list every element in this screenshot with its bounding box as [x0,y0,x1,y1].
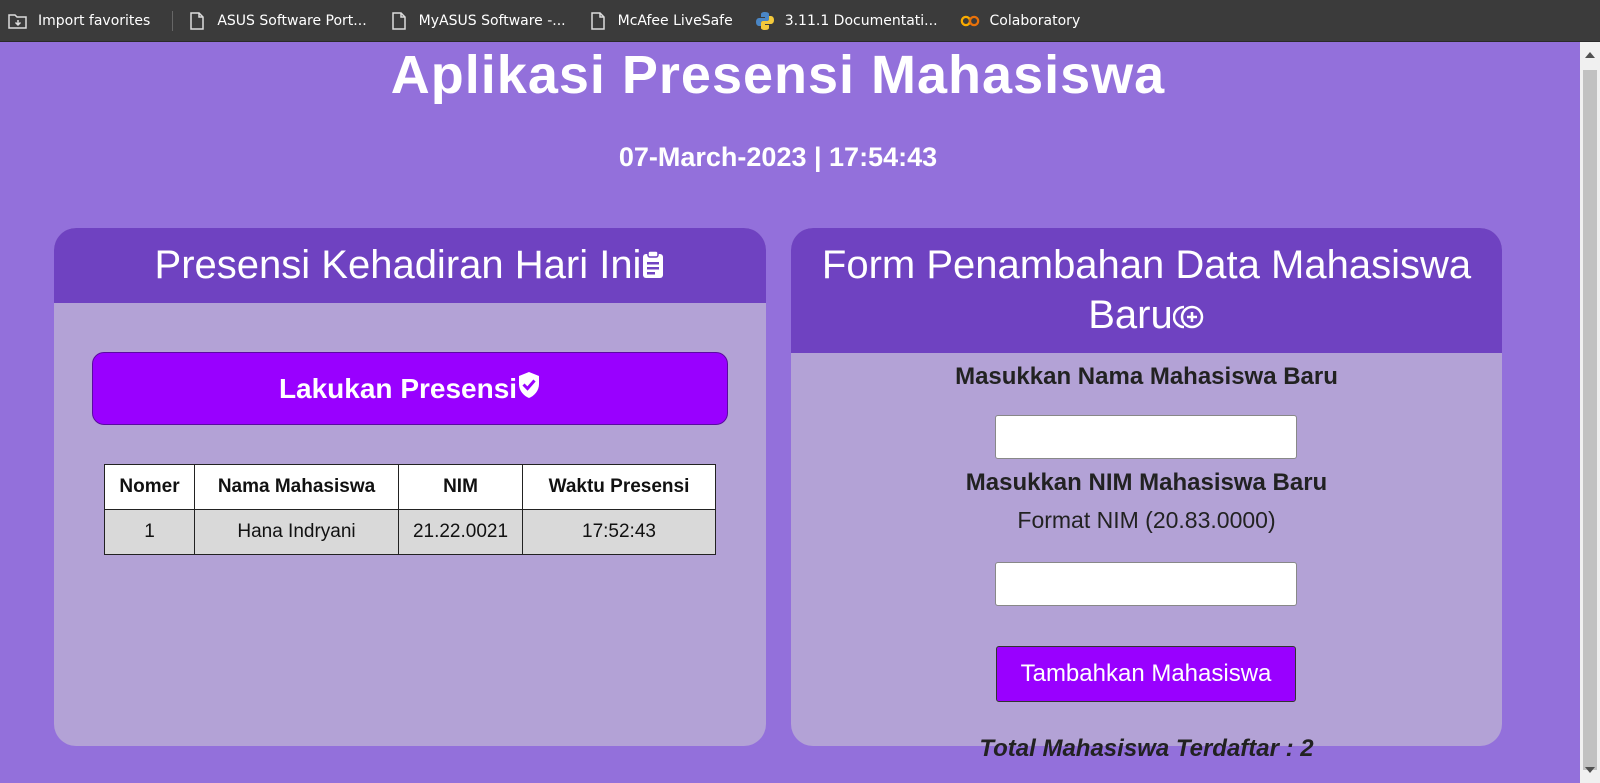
bookmark-python-docs[interactable]: 3.11.1 Documentati... [755,11,950,31]
column-header-nomer: Nomer [104,464,195,510]
cell-nim: 21.22.0021 [398,509,523,555]
page-icon [588,11,608,31]
table-header-row: Nomer Nama Mahasiswa NIM Waktu Presensi [104,464,716,510]
nim-format-hint: Format NIM (20.83.0000) [1017,507,1276,533]
bookmark-import-favorites[interactable]: Import favorites [8,11,162,31]
column-header-waktu: Waktu Presensi [522,464,716,510]
student-name-input[interactable] [995,415,1297,459]
bookmark-myasus-software[interactable]: MyASUS Software -... [389,11,578,31]
cell-nama: Hana Indryani [194,509,399,555]
bookmark-mcafee-livesafe[interactable]: McAfee LiveSafe [588,11,745,31]
bookmark-asus-software-portal[interactable]: ASUS Software Port... [187,11,378,31]
nim-field-label: Masukkan NIM Mahasiswa Baru [965,469,1328,496]
clipboard-icon [641,242,665,292]
page-icon [187,11,207,31]
cell-waktu: 17:52:43 [522,509,716,555]
shield-check-icon [517,371,541,406]
table-row: 1 Hana Indryani 21.22.0021 17:52:43 [104,509,716,555]
import-folder-icon [8,11,28,31]
name-field-label: Masukkan Nama Mahasiswa Baru [955,363,1338,390]
attendance-table: Nomer Nama Mahasiswa NIM Waktu Presensi … [104,464,716,555]
form-header-title: Form Penambahan Data Mahasiswa Baru [821,243,1472,337]
scroll-down-arrow-icon[interactable] [1585,767,1595,773]
attendance-card: Presensi Kehadiran Hari Ini Lakukan Pres… [54,228,766,746]
python-icon [755,11,775,31]
page-icon [389,11,409,31]
scrollbar-thumb[interactable] [1583,70,1597,770]
new-student-form-card: Form Penambahan Data Mahasiswa Baru Masu… [791,228,1502,746]
colab-icon [960,11,980,31]
form-card-header: Form Penambahan Data Mahasiswa Baru [791,228,1502,353]
add-circle-icon [1172,292,1205,342]
bookmark-colaboratory[interactable]: Colaboratory [960,11,1093,31]
do-attendance-label: Lakukan Presensi [278,372,518,404]
bookmarks-bar: Import favorites ASUS Software Port... M… [0,0,1600,42]
page-scrollbar[interactable] [1580,42,1600,783]
scroll-up-arrow-icon[interactable] [1585,52,1595,58]
do-attendance-button[interactable]: Lakukan Presensi [92,352,728,425]
add-student-button[interactable]: Tambahkan Mahasiswa [996,646,1296,702]
page-title: Aplikasi Presensi Mahasiswa [390,45,1166,105]
attendance-header-title: Presensi Kehadiran Hari Ini [154,243,642,287]
current-datetime: 07-March-2023 | 17:54:43 [618,142,938,172]
student-nim-input[interactable] [995,562,1297,606]
column-header-nim: NIM [398,464,523,510]
total-registered-students: Total Mahasiswa Terdaftar : 2 [979,735,1314,762]
attendance-card-header: Presensi Kehadiran Hari Ini [54,228,766,303]
cell-nomer: 1 [104,509,195,555]
bookmark-separator [172,10,174,31]
column-header-nama: Nama Mahasiswa [194,464,399,510]
